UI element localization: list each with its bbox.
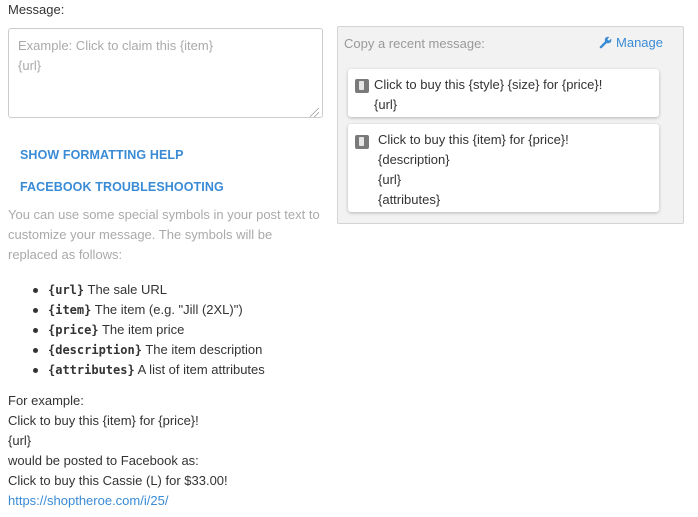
symbol-desc: The item (e.g. "Jill (2XL)") [94, 302, 243, 317]
help-line: replaced as follows: [8, 247, 123, 262]
recent-message-card[interactable]: Click to buy this {item} for {price}! {d… [348, 124, 659, 212]
facebook-troubleshooting-link[interactable]: FACEBOOK TROUBLESHOOTING [20, 180, 224, 194]
example-template-line: {url} [8, 433, 32, 448]
copy-icon [355, 79, 369, 93]
symbol-item-price: {price} The item price [8, 320, 265, 340]
symbol-code: {url} [48, 283, 85, 297]
recent-messages-title: Copy a recent message: [344, 36, 485, 51]
manage-label: Manage [616, 35, 663, 50]
symbol-item-description: {description} The item description [8, 340, 265, 360]
symbol-desc: The item price [101, 322, 185, 337]
message-textarea[interactable] [8, 28, 323, 118]
manage-button[interactable]: Manage [599, 35, 663, 50]
example-posted-as: would be posted to Facebook as: [8, 453, 199, 468]
card-line: {attributes} [378, 192, 441, 207]
card-line: Click to buy this {style} {size} for {pr… [374, 77, 603, 92]
resize-handle[interactable] [310, 108, 319, 117]
symbol-item-url: {url} The sale URL [8, 280, 265, 300]
example-result-line: Click to buy this Cassie (L) for $33.00! [8, 473, 228, 488]
example-intro: For example: [8, 393, 84, 408]
recent-messages-panel: Copy a recent message: Manage Click to b… [337, 26, 684, 224]
example-block: For example: Click to buy this {item} fo… [8, 391, 228, 511]
symbols-help-text: You can use some special symbols in your… [8, 205, 328, 265]
example-result-url-link[interactable]: https://shoptheroe.com/i/25/ [8, 491, 228, 511]
symbol-code: {attributes} [48, 363, 135, 377]
help-line: customize your message. The symbols will… [8, 227, 273, 242]
symbol-desc: A list of item attributes [137, 362, 265, 377]
show-formatting-help-link[interactable]: SHOW FORMATTING HELP [20, 148, 184, 162]
symbol-desc: The item description [145, 342, 263, 357]
symbol-desc: The sale URL [87, 282, 167, 297]
recent-message-card[interactable]: Click to buy this {style} {size} for {pr… [348, 69, 659, 117]
wrench-icon [599, 36, 612, 49]
card-line: {description} [378, 152, 450, 167]
symbol-item-attributes: {attributes} A list of item attributes [8, 360, 265, 380]
message-label: Message: [8, 2, 65, 17]
symbol-code: {price} [48, 323, 99, 337]
symbol-item-item: {item} The item (e.g. "Jill (2XL)") [8, 300, 265, 320]
example-template-line: Click to buy this {item} for {price}! [8, 413, 199, 428]
card-line: Click to buy this {item} for {price}! [378, 132, 569, 147]
symbol-code: {item} [48, 303, 92, 317]
copy-icon [355, 135, 369, 149]
symbol-list: {url} The sale URL {item} The item (e.g.… [8, 280, 265, 380]
help-line: You can use some special symbols in your… [8, 207, 320, 222]
symbol-code: {description} [48, 343, 142, 357]
card-line: {url} [378, 172, 402, 187]
card-line: {url} [374, 97, 398, 112]
